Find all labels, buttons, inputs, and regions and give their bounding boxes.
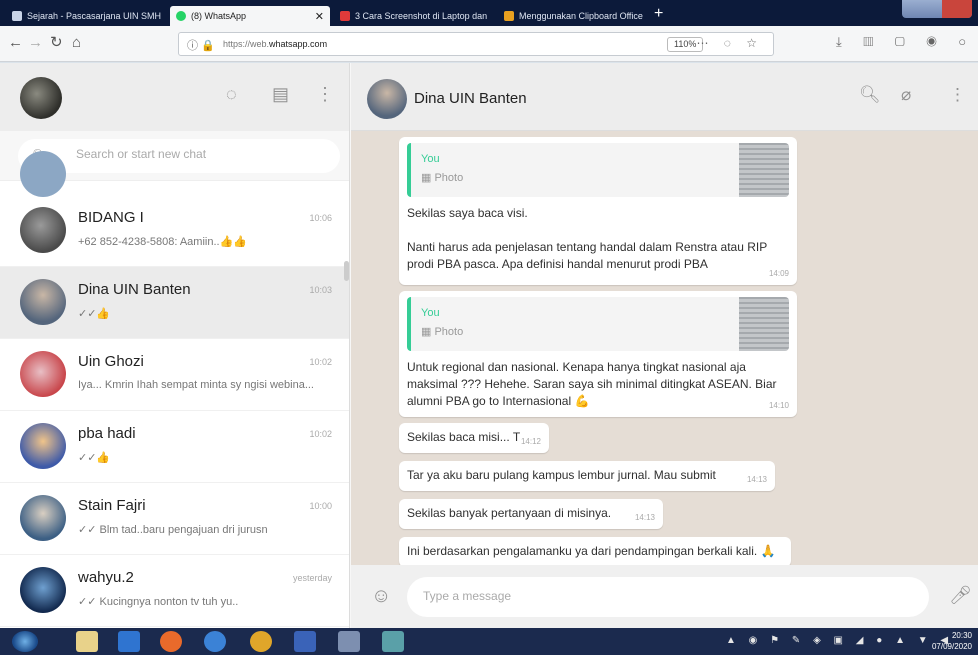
windows-taskbar: ▲ ◉ ⚑ ✎ ◈ ▣ ◢ ● ▲ ▼ ◀ 20:30 07/09/2020 bbox=[0, 628, 978, 655]
firefox-icon[interactable] bbox=[160, 631, 182, 652]
message-input-box[interactable] bbox=[407, 577, 929, 617]
window-controls[interactable] bbox=[902, 0, 972, 18]
menu-icon[interactable]: ⋮ bbox=[949, 85, 966, 105]
avatar bbox=[20, 151, 66, 197]
home-icon[interactable]: ⌂ bbox=[72, 34, 81, 52]
message-time: 14:10 bbox=[768, 401, 789, 410]
close-tab-icon[interactable]: ✕ bbox=[643, 10, 650, 23]
tab-favicon-icon bbox=[12, 11, 22, 21]
chat-list: BIDANG I 10:06 +62 852-4238-5808: Aamiin… bbox=[0, 151, 349, 627]
list-item[interactable] bbox=[0, 151, 349, 197]
browser-tab-bar: Sejarah - Pascasarjana UIN SMH ✕ (8) Wha… bbox=[0, 0, 978, 26]
my-avatar[interactable] bbox=[20, 77, 62, 119]
message-time: 14:13 bbox=[746, 475, 767, 484]
photo-thumbnail bbox=[739, 143, 789, 197]
chat-item-dina-uin-banten[interactable]: Dina UIN Banten 10:03 ✓✓👍 bbox=[0, 267, 349, 339]
address-bar[interactable]: ⓘ 🔒 https://web.whatsapp.com 110% ⋯ ◌ ☆ bbox=[178, 32, 774, 56]
url-text: https://web.whatsapp.com bbox=[223, 39, 328, 49]
start-button[interactable] bbox=[12, 631, 38, 652]
menu-icon[interactable]: ⋮ bbox=[316, 83, 334, 105]
system-tray[interactable]: ▲ ◉ ⚑ ✎ ◈ ▣ ◢ ● ▲ ▼ ◀ bbox=[726, 635, 953, 646]
app-icon[interactable] bbox=[250, 631, 272, 652]
browser-nav-bar: ← → ↻ ⌂ ⓘ 🔒 https://web.whatsapp.com 110… bbox=[0, 26, 978, 62]
message-bubble[interactable]: Sekilas banyak pertanyaan di misinya. 14… bbox=[399, 499, 663, 529]
reload-icon[interactable]: ↻ bbox=[50, 34, 63, 52]
avatar bbox=[20, 567, 66, 613]
message-list: You ▦ Photo Sekilas saya baca visi. Nant… bbox=[351, 131, 978, 565]
whatsapp-favicon-icon bbox=[176, 11, 186, 21]
chat-sidebar: ◌ ▤ ⋮ 🔍︎ BIDANG I 10:06 +62 852-4238-580… bbox=[0, 63, 350, 628]
quoted-message[interactable]: You ▦ Photo bbox=[407, 297, 789, 351]
message-text: Untuk regional dan nasional. Kenapa hany… bbox=[407, 360, 777, 408]
message-input[interactable] bbox=[423, 589, 913, 603]
new-chat-icon[interactable]: ▤ bbox=[272, 83, 289, 105]
chat-item-wahyu-2[interactable]: wahyu.2 yesterday ✓✓ Kucingnya nonton tv… bbox=[0, 555, 349, 627]
message-bubble[interactable]: Sekilas baca misi... T 14:12 bbox=[399, 423, 549, 453]
message-text: Nanti harus ada penjelasan tentang handa… bbox=[407, 240, 768, 271]
chat-item-stain-fajri[interactable]: Stain Fajri 10:00 ✓✓ Blm tad..baru penga… bbox=[0, 483, 349, 555]
status-icon[interactable]: ◌ bbox=[226, 83, 237, 105]
attach-icon[interactable]: ⌀ bbox=[901, 85, 911, 105]
tab-clipboard-office[interactable]: Menggunakan Clipboard Office ✕ bbox=[498, 6, 650, 26]
document-app-icon[interactable] bbox=[338, 631, 360, 652]
message-bubble[interactable]: Tar ya aku baru pulang kampus lembur jur… bbox=[399, 461, 775, 491]
chat-item-pba-hadi[interactable]: pba hadi 10:02 ✓✓👍 bbox=[0, 411, 349, 483]
message-bubble[interactable]: Ini berdasarkan pengalamanku ya dari pen… bbox=[399, 537, 791, 565]
chrome-icon[interactable] bbox=[204, 631, 226, 652]
forward-arrow-icon[interactable]: → bbox=[28, 34, 43, 52]
message-bubble[interactable]: You ▦ Photo Sekilas saya baca visi. Nant… bbox=[399, 137, 797, 285]
page-actions-icon[interactable]: ⋯ ◌ ☆ bbox=[696, 36, 763, 50]
tab-whatsapp[interactable]: (8) WhatsApp ✕ bbox=[170, 6, 330, 26]
photo-thumbnail bbox=[739, 297, 789, 351]
whatsapp-web-app: ◌ ▤ ⋮ 🔍︎ BIDANG I 10:06 +62 852-4238-580… bbox=[0, 63, 978, 628]
message-text: Sekilas banyak pertanyaan di misinya. bbox=[407, 506, 612, 520]
search-input[interactable] bbox=[76, 147, 326, 161]
new-tab-button[interactable]: + bbox=[654, 5, 663, 23]
media-player-icon[interactable] bbox=[294, 631, 316, 652]
toolbar-icons[interactable]: ⤓ ▥ ▢ ◉ ○ ≡ bbox=[836, 34, 978, 50]
avatar[interactable] bbox=[367, 79, 407, 119]
compose-bar: ☺ 🎤︎ bbox=[351, 565, 978, 628]
avatar bbox=[20, 279, 66, 325]
chat-item-uin-ghozi[interactable]: Uin Ghozi 10:02 Iya... Kmrin Ihah sempat… bbox=[0, 339, 349, 411]
avatar bbox=[20, 351, 66, 397]
message-text: Tar ya aku baru pulang kampus lembur jur… bbox=[407, 468, 716, 482]
lock-icon: ⓘ 🔒 bbox=[187, 40, 215, 52]
search-icon[interactable]: 🔍︎ bbox=[859, 85, 881, 105]
message-text: Ini berdasarkan pengalamanku ya dari pen… bbox=[407, 544, 776, 558]
message-text: Sekilas saya baca visi. bbox=[407, 206, 528, 220]
tab-screenshot-article[interactable]: 3 Cara Screenshot di Laptop dan ✕ bbox=[334, 6, 494, 26]
message-time: 14:09 bbox=[768, 269, 789, 278]
system-clock[interactable]: 20:30 07/09/2020 bbox=[932, 630, 972, 652]
tab-pascasarjana[interactable]: Sejarah - Pascasarjana UIN SMH ✕ bbox=[6, 6, 166, 26]
conversation-panel: Dina UIN Banten 🔍︎ ⌀ ⋮ You ▦ Photo Sekil… bbox=[351, 63, 978, 628]
tab-favicon-icon bbox=[340, 11, 350, 21]
sidebar-header: ◌ ▤ ⋮ bbox=[0, 63, 349, 131]
tab-favicon-icon bbox=[504, 11, 514, 21]
file-explorer-icon[interactable] bbox=[76, 631, 98, 652]
emoji-icon[interactable]: ☺ bbox=[371, 585, 391, 607]
conversation-header[interactable]: Dina UIN Banten 🔍︎ ⌀ ⋮ bbox=[351, 63, 978, 131]
close-tab-icon[interactable]: ✕ bbox=[487, 10, 494, 23]
avatar bbox=[20, 423, 66, 469]
back-arrow-icon[interactable]: ← bbox=[8, 34, 23, 52]
message-bubble[interactable]: You ▦ Photo Untuk regional dan nasional.… bbox=[399, 291, 797, 417]
quoted-message[interactable]: You ▦ Photo bbox=[407, 143, 789, 197]
avatar bbox=[20, 207, 66, 253]
chat-item-bidang-i[interactable]: BIDANG I 10:06 +62 852-4238-5808: Aamiin… bbox=[0, 195, 349, 267]
message-time: 14:12 bbox=[520, 437, 541, 446]
contact-name[interactable]: Dina UIN Banten bbox=[414, 90, 527, 107]
close-tab-icon[interactable]: ✕ bbox=[161, 10, 166, 23]
close-tab-icon[interactable]: ✕ bbox=[309, 10, 324, 23]
sidebar-scrollbar[interactable] bbox=[344, 261, 349, 281]
message-time: 14:13 bbox=[634, 513, 655, 522]
search-box[interactable]: 🔍︎ bbox=[18, 139, 340, 173]
microphone-icon[interactable]: 🎤︎ bbox=[949, 584, 972, 606]
avatar bbox=[20, 495, 66, 541]
snipping-tool-icon[interactable] bbox=[382, 631, 404, 652]
internet-explorer-icon[interactable] bbox=[118, 631, 140, 652]
